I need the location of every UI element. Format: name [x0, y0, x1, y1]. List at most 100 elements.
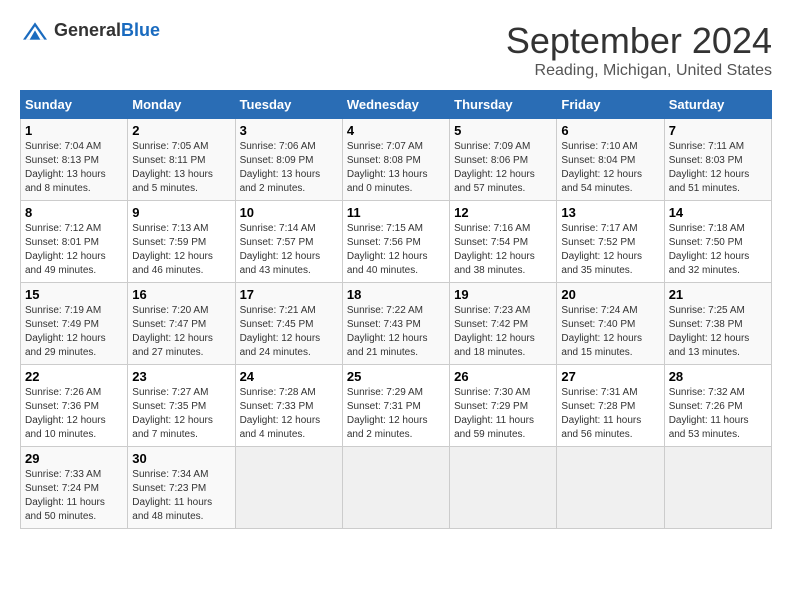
header-row: SundayMondayTuesdayWednesdayThursdayFrid… [21, 91, 772, 119]
logo-blue: Blue [121, 20, 160, 40]
day-number: 4 [347, 123, 445, 138]
day-cell: 1 Sunrise: 7:04 AMSunset: 8:13 PMDayligh… [21, 119, 128, 201]
day-info: Sunrise: 7:05 AMSunset: 8:11 PMDaylight:… [132, 141, 213, 194]
day-number: 11 [347, 205, 445, 220]
header-day-tuesday: Tuesday [235, 91, 342, 119]
title-section: September 2024 Reading, Michigan, United… [506, 20, 772, 80]
day-info: Sunrise: 7:16 AMSunset: 7:54 PMDaylight:… [454, 223, 535, 276]
day-cell: 28 Sunrise: 7:32 AMSunset: 7:26 PMDaylig… [664, 365, 771, 447]
day-number: 24 [240, 369, 338, 384]
day-cell: 24 Sunrise: 7:28 AMSunset: 7:33 PMDaylig… [235, 365, 342, 447]
day-info: Sunrise: 7:09 AMSunset: 8:06 PMDaylight:… [454, 141, 535, 194]
week-row-1: 1 Sunrise: 7:04 AMSunset: 8:13 PMDayligh… [21, 119, 772, 201]
day-info: Sunrise: 7:04 AMSunset: 8:13 PMDaylight:… [25, 141, 106, 194]
day-cell: 2 Sunrise: 7:05 AMSunset: 8:11 PMDayligh… [128, 119, 235, 201]
day-number: 28 [669, 369, 767, 384]
day-number: 23 [132, 369, 230, 384]
day-info: Sunrise: 7:19 AMSunset: 7:49 PMDaylight:… [25, 305, 106, 358]
day-info: Sunrise: 7:12 AMSunset: 8:01 PMDaylight:… [25, 223, 106, 276]
day-number: 2 [132, 123, 230, 138]
day-info: Sunrise: 7:15 AMSunset: 7:56 PMDaylight:… [347, 223, 428, 276]
day-info: Sunrise: 7:14 AMSunset: 7:57 PMDaylight:… [240, 223, 321, 276]
week-row-3: 15 Sunrise: 7:19 AMSunset: 7:49 PMDaylig… [21, 283, 772, 365]
day-cell: 26 Sunrise: 7:30 AMSunset: 7:29 PMDaylig… [450, 365, 557, 447]
day-info: Sunrise: 7:17 AMSunset: 7:52 PMDaylight:… [561, 223, 642, 276]
day-number: 3 [240, 123, 338, 138]
header-day-wednesday: Wednesday [342, 91, 449, 119]
day-info: Sunrise: 7:32 AMSunset: 7:26 PMDaylight:… [669, 387, 749, 440]
day-cell: 13 Sunrise: 7:17 AMSunset: 7:52 PMDaylig… [557, 201, 664, 283]
day-info: Sunrise: 7:21 AMSunset: 7:45 PMDaylight:… [240, 305, 321, 358]
day-number: 7 [669, 123, 767, 138]
location-title: Reading, Michigan, United States [506, 62, 772, 80]
day-number: 30 [132, 451, 230, 466]
logo-general: General [54, 20, 121, 40]
month-title: September 2024 [506, 20, 772, 62]
logo: GeneralBlue [20, 20, 160, 41]
day-cell: 8 Sunrise: 7:12 AMSunset: 8:01 PMDayligh… [21, 201, 128, 283]
day-cell: 20 Sunrise: 7:24 AMSunset: 7:40 PMDaylig… [557, 283, 664, 365]
day-cell: 18 Sunrise: 7:22 AMSunset: 7:43 PMDaylig… [342, 283, 449, 365]
day-cell [342, 447, 449, 529]
header-day-saturday: Saturday [664, 91, 771, 119]
day-cell: 27 Sunrise: 7:31 AMSunset: 7:28 PMDaylig… [557, 365, 664, 447]
day-info: Sunrise: 7:24 AMSunset: 7:40 PMDaylight:… [561, 305, 642, 358]
day-number: 15 [25, 287, 123, 302]
day-info: Sunrise: 7:07 AMSunset: 8:08 PMDaylight:… [347, 141, 428, 194]
day-info: Sunrise: 7:13 AMSunset: 7:59 PMDaylight:… [132, 223, 213, 276]
day-cell [557, 447, 664, 529]
day-cell: 14 Sunrise: 7:18 AMSunset: 7:50 PMDaylig… [664, 201, 771, 283]
day-cell: 17 Sunrise: 7:21 AMSunset: 7:45 PMDaylig… [235, 283, 342, 365]
day-info: Sunrise: 7:26 AMSunset: 7:36 PMDaylight:… [25, 387, 106, 440]
day-cell: 30 Sunrise: 7:34 AMSunset: 7:23 PMDaylig… [128, 447, 235, 529]
day-info: Sunrise: 7:23 AMSunset: 7:42 PMDaylight:… [454, 305, 535, 358]
day-cell: 11 Sunrise: 7:15 AMSunset: 7:56 PMDaylig… [342, 201, 449, 283]
day-info: Sunrise: 7:20 AMSunset: 7:47 PMDaylight:… [132, 305, 213, 358]
header-day-friday: Friday [557, 91, 664, 119]
day-cell: 5 Sunrise: 7:09 AMSunset: 8:06 PMDayligh… [450, 119, 557, 201]
week-row-4: 22 Sunrise: 7:26 AMSunset: 7:36 PMDaylig… [21, 365, 772, 447]
day-cell: 15 Sunrise: 7:19 AMSunset: 7:49 PMDaylig… [21, 283, 128, 365]
day-cell [235, 447, 342, 529]
day-info: Sunrise: 7:30 AMSunset: 7:29 PMDaylight:… [454, 387, 534, 440]
day-cell: 6 Sunrise: 7:10 AMSunset: 8:04 PMDayligh… [557, 119, 664, 201]
day-number: 21 [669, 287, 767, 302]
calendar-header: SundayMondayTuesdayWednesdayThursdayFrid… [21, 91, 772, 119]
day-info: Sunrise: 7:33 AMSunset: 7:24 PMDaylight:… [25, 469, 105, 522]
day-cell: 4 Sunrise: 7:07 AMSunset: 8:08 PMDayligh… [342, 119, 449, 201]
week-row-2: 8 Sunrise: 7:12 AMSunset: 8:01 PMDayligh… [21, 201, 772, 283]
day-number: 29 [25, 451, 123, 466]
day-info: Sunrise: 7:22 AMSunset: 7:43 PMDaylight:… [347, 305, 428, 358]
week-row-5: 29 Sunrise: 7:33 AMSunset: 7:24 PMDaylig… [21, 447, 772, 529]
header-day-monday: Monday [128, 91, 235, 119]
day-number: 16 [132, 287, 230, 302]
day-number: 10 [240, 205, 338, 220]
day-cell: 22 Sunrise: 7:26 AMSunset: 7:36 PMDaylig… [21, 365, 128, 447]
calendar-body: 1 Sunrise: 7:04 AMSunset: 8:13 PMDayligh… [21, 119, 772, 529]
day-cell: 16 Sunrise: 7:20 AMSunset: 7:47 PMDaylig… [128, 283, 235, 365]
day-cell: 9 Sunrise: 7:13 AMSunset: 7:59 PMDayligh… [128, 201, 235, 283]
day-cell [450, 447, 557, 529]
day-number: 12 [454, 205, 552, 220]
day-number: 5 [454, 123, 552, 138]
day-info: Sunrise: 7:25 AMSunset: 7:38 PMDaylight:… [669, 305, 750, 358]
day-info: Sunrise: 7:18 AMSunset: 7:50 PMDaylight:… [669, 223, 750, 276]
day-number: 17 [240, 287, 338, 302]
day-cell [664, 447, 771, 529]
calendar-table: SundayMondayTuesdayWednesdayThursdayFrid… [20, 90, 772, 529]
day-cell: 23 Sunrise: 7:27 AMSunset: 7:35 PMDaylig… [128, 365, 235, 447]
day-cell: 19 Sunrise: 7:23 AMSunset: 7:42 PMDaylig… [450, 283, 557, 365]
day-cell: 12 Sunrise: 7:16 AMSunset: 7:54 PMDaylig… [450, 201, 557, 283]
day-number: 25 [347, 369, 445, 384]
day-info: Sunrise: 7:27 AMSunset: 7:35 PMDaylight:… [132, 387, 213, 440]
day-number: 19 [454, 287, 552, 302]
header: GeneralBlue September 2024 Reading, Mich… [20, 20, 772, 80]
day-info: Sunrise: 7:29 AMSunset: 7:31 PMDaylight:… [347, 387, 428, 440]
header-day-sunday: Sunday [21, 91, 128, 119]
day-info: Sunrise: 7:06 AMSunset: 8:09 PMDaylight:… [240, 141, 321, 194]
day-number: 14 [669, 205, 767, 220]
day-number: 20 [561, 287, 659, 302]
day-number: 9 [132, 205, 230, 220]
day-info: Sunrise: 7:11 AMSunset: 8:03 PMDaylight:… [669, 141, 750, 194]
day-cell: 10 Sunrise: 7:14 AMSunset: 7:57 PMDaylig… [235, 201, 342, 283]
